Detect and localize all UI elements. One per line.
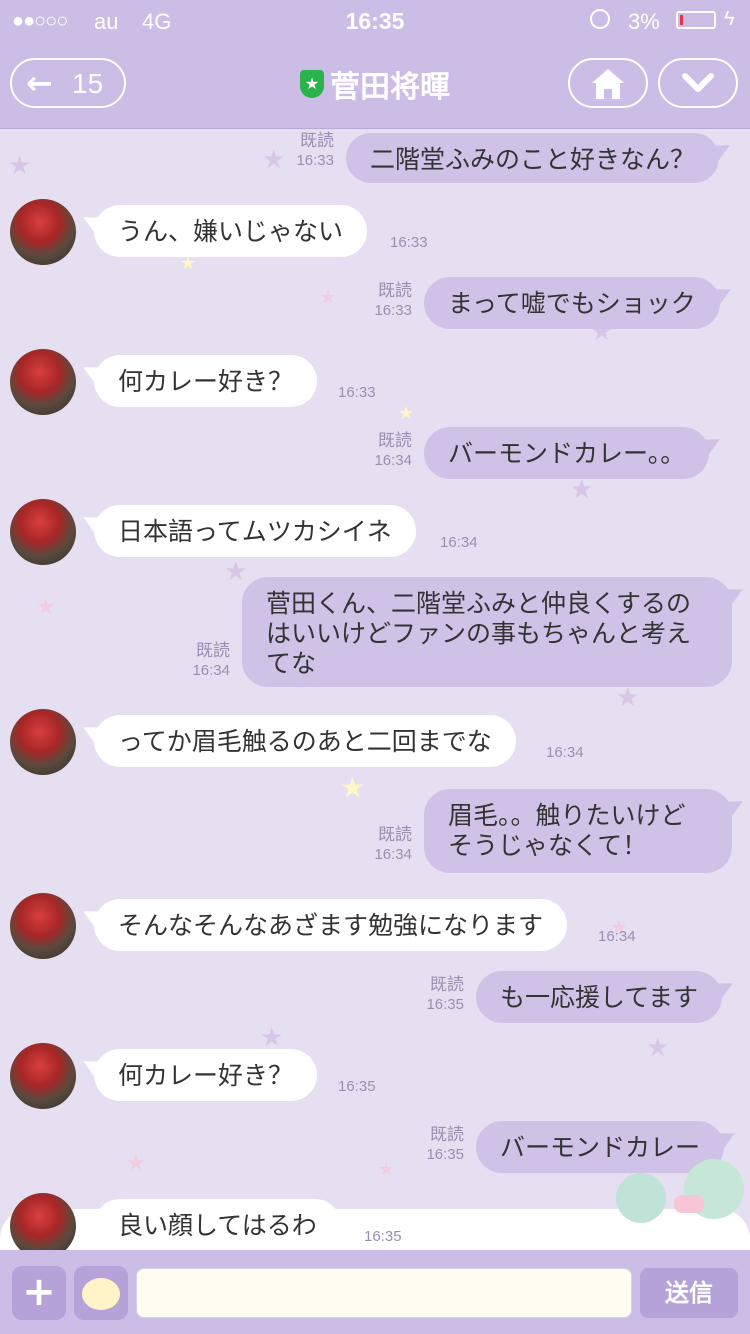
background-star-icon: ★ — [36, 595, 56, 620]
battery-icon — [676, 11, 716, 29]
outgoing-message[interactable]: バーモンドカレー。。 — [424, 427, 710, 479]
chat-title: 菅田将暉 — [330, 70, 450, 105]
background-star-icon: ★ — [340, 771, 366, 804]
message-text: うん、嫌いじゃない — [118, 217, 344, 246]
contact-avatar[interactable] — [10, 349, 76, 415]
outgoing-message[interactable]: 眉毛。。触りたいけどそうじゃなくて！ — [424, 789, 732, 873]
chevron-down-icon — [682, 73, 714, 92]
contact-avatar[interactable] — [10, 499, 76, 565]
read-receipt: 既読 — [430, 975, 464, 995]
message-time: 16:33 — [374, 302, 412, 319]
message-text: 日本語ってムツカシイネ — [118, 517, 392, 546]
message-read-time: 既読 16:34 — [366, 431, 412, 471]
contact-avatar[interactable] — [10, 1193, 76, 1250]
message-text: そんなそんなあざます勉強になります — [118, 911, 544, 940]
incoming-message[interactable]: うん、嫌いじゃない — [94, 205, 368, 257]
message-read-time: 既読 16:33 — [288, 131, 334, 171]
attach-button[interactable]: + — [12, 1266, 66, 1320]
message-text: 何カレー好き？ — [118, 1061, 294, 1090]
background-star-icon: ★ — [320, 287, 337, 308]
rotation-lock-icon — [590, 9, 610, 29]
background-star-icon: ★ — [398, 403, 415, 424]
message-text: も一応援してます — [500, 983, 699, 1012]
outgoing-message[interactable]: 二階堂ふみのこと好きなん？ — [346, 133, 720, 183]
message-text: 良い顔してはるわ — [118, 1211, 317, 1240]
read-receipt: 既読 — [378, 431, 412, 451]
tree-decoration — [616, 1173, 666, 1223]
battery-percentage: 3% — [628, 9, 660, 34]
message-text: 眉毛。。触りたいけどそうじゃなくて！ — [448, 801, 686, 860]
incoming-message[interactable]: 何カレー好き？ — [94, 1049, 318, 1101]
sticker-character-icon — [82, 1278, 120, 1310]
message-read-time: 既読 16:35 — [418, 1125, 464, 1165]
message-time: 16:34 — [598, 928, 636, 945]
message-read-time: 既読 16:33 — [366, 281, 412, 321]
message-text: まって嘘でもショック — [448, 289, 696, 318]
outgoing-message[interactable]: まって嘘でもショック — [424, 277, 720, 329]
plus-icon: + — [22, 1269, 56, 1315]
message-read-time: 既読 16:35 — [418, 975, 464, 1015]
background-star-icon: ★ — [378, 1159, 395, 1180]
outgoing-message[interactable]: 菅田くん、二階堂ふみと仲良くするのはいいけどファンの事もちゃんと考えてな — [242, 577, 732, 687]
contact-avatar[interactable] — [10, 199, 76, 265]
message-time: 16:34 — [440, 534, 478, 551]
outgoing-message[interactable]: バーモンドカレー — [476, 1121, 725, 1173]
outgoing-message[interactable]: も一応援してます — [476, 971, 723, 1023]
read-receipt: 既読 — [430, 1125, 464, 1145]
message-text: 何カレー好き？ — [118, 367, 294, 396]
send-button[interactable]: 送信 — [640, 1268, 738, 1318]
read-receipt: 既読 — [378, 825, 412, 845]
message-time: 16:33 — [338, 384, 376, 401]
read-receipt: 既読 — [300, 131, 334, 151]
background-star-icon: ★ — [570, 475, 594, 505]
message-text: 二階堂ふみのこと好きなん？ — [370, 145, 696, 174]
chat-message-list[interactable]: ★ ★ ★ ★ ★ ★ ★ ★ ★ ★ ★ ★ ★ ★ ★ ★ 既読 16:33… — [0, 129, 750, 1250]
message-time: 16:34 — [374, 452, 412, 469]
incoming-message[interactable]: ってか眉毛触るのあと二回までな — [94, 715, 516, 767]
chat-header: ← 15 ★ 菅田将暉 — [0, 42, 750, 129]
incoming-message[interactable]: 何カレー好き？ — [94, 355, 318, 407]
incoming-message[interactable]: 日本語ってムツカシイネ — [94, 505, 416, 557]
read-receipt: 既読 — [378, 281, 412, 301]
home-button[interactable] — [568, 58, 648, 108]
background-star-icon: ★ — [262, 145, 286, 175]
message-time: 16:35 — [364, 1228, 402, 1245]
contact-avatar[interactable] — [10, 1043, 76, 1109]
message-text: ってか眉毛触るのあと二回までな — [118, 727, 492, 756]
message-time: 16:33 — [390, 234, 428, 251]
message-time: 16:35 — [426, 996, 464, 1013]
official-badge-icon: ★ — [300, 70, 324, 98]
message-time: 16:35 — [338, 1078, 376, 1095]
message-read-time: 既読 16:34 — [184, 641, 230, 681]
home-icon — [592, 69, 624, 99]
message-time: 16:35 — [426, 1146, 464, 1163]
contact-avatar[interactable] — [10, 709, 76, 775]
message-time: 16:34 — [374, 846, 412, 863]
incoming-message[interactable]: そんなそんなあざます勉強になります — [94, 899, 568, 951]
message-text: バーモンドカレー。。 — [448, 439, 686, 468]
background-star-icon: ★ — [646, 1033, 670, 1063]
message-time: 16:34 — [546, 744, 584, 761]
background-star-icon: ★ — [8, 151, 32, 181]
message-input[interactable] — [136, 1268, 632, 1318]
incoming-message[interactable]: 良い顔してはるわ — [94, 1199, 341, 1250]
read-receipt: 既読 — [196, 641, 230, 661]
contact-avatar[interactable] — [10, 893, 76, 959]
message-time: 16:33 — [296, 152, 334, 169]
message-text: 菅田くん、二階堂ふみと仲良くするのはいいけどファンの事もちゃんと考えてな — [266, 589, 692, 678]
message-input-bar: + 送信 — [0, 1250, 750, 1334]
message-text: バーモンドカレー — [500, 1133, 701, 1162]
menu-toggle-button[interactable] — [658, 58, 738, 108]
message-read-time: 既読 16:34 — [366, 825, 412, 865]
background-star-icon: ★ — [616, 683, 640, 713]
sticker-button[interactable] — [74, 1266, 128, 1320]
status-bar: ●●○○○ au 4G 16:35 3% ϟ — [0, 0, 750, 42]
background-star-icon: ★ — [126, 1151, 146, 1176]
background-star-icon: ★ — [224, 557, 248, 587]
message-time: 16:34 — [192, 662, 230, 679]
house-decoration — [674, 1195, 704, 1213]
charging-icon: ϟ — [724, 8, 735, 30]
